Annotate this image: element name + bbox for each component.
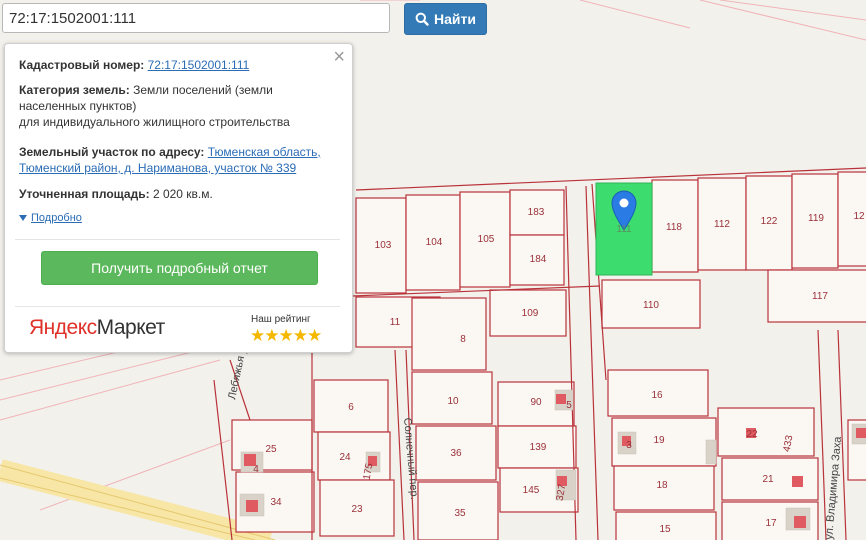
address-label: Земельный участок по адресу: bbox=[19, 145, 205, 159]
area-value: 2 020 кв.м. bbox=[152, 187, 213, 201]
rating-stars: ★★★★★ bbox=[250, 326, 322, 345]
yandex-market-logo[interactable]: ЯндексМаркет bbox=[29, 316, 165, 340]
parcel-label: 15 bbox=[659, 524, 671, 535]
parcel-label: 36 bbox=[450, 448, 462, 459]
cadastral-link[interactable]: 72:17:1502001:111 bbox=[148, 58, 250, 72]
parcel-label: 105 bbox=[478, 234, 495, 245]
parcel-label: 19 bbox=[653, 435, 665, 446]
parcel-label: 184 bbox=[530, 254, 547, 265]
parcel-label: 103 bbox=[375, 240, 392, 251]
triangle-down-icon bbox=[19, 215, 27, 222]
more-details-label: Подробно bbox=[31, 212, 82, 224]
area-row: Уточненная площадь: 2 020 кв.м. bbox=[19, 186, 337, 202]
parcel-info-popup: × Кадастровый номер: 72:17:1502001:111 К… bbox=[4, 43, 353, 353]
parcel-label: 25 bbox=[265, 444, 277, 455]
category-value-1: Земли поселений (земли bbox=[133, 83, 273, 97]
parcel-label-selected: 111 bbox=[616, 224, 632, 235]
parcel-label: 110 bbox=[643, 300, 659, 311]
parcel-label: 119 bbox=[808, 213, 824, 224]
search-input[interactable] bbox=[2, 3, 390, 33]
parcel-label: 16 bbox=[651, 390, 663, 401]
get-report-button[interactable]: Получить подробный отчет bbox=[41, 251, 318, 285]
category-label: Категория земель: bbox=[19, 83, 130, 97]
parcel-label: 109 bbox=[522, 308, 539, 319]
parcel-label: 34 bbox=[270, 497, 282, 508]
parcel-label: 112 bbox=[714, 219, 730, 230]
parcel-label: 3 bbox=[626, 440, 632, 451]
parcel-label: 5 bbox=[566, 400, 572, 411]
divider bbox=[15, 239, 340, 240]
parcel-label: 4 bbox=[253, 464, 259, 475]
parcel-label: 22 bbox=[746, 429, 758, 440]
parcel-label: 10 bbox=[447, 396, 459, 407]
category-value-3: для индивидуального жилищного строительс… bbox=[19, 115, 290, 129]
parcel-label: 35 bbox=[454, 508, 466, 519]
parcel-label: 104 bbox=[426, 237, 443, 248]
search-button[interactable]: Найти bbox=[404, 3, 487, 35]
parcel-label: 17 bbox=[765, 518, 777, 529]
get-report-label: Получить подробный отчет bbox=[91, 260, 268, 276]
brand-yandex: Яндекс bbox=[29, 316, 97, 339]
category-value-2: населенных пунктов) bbox=[19, 99, 137, 113]
parcel-label: 23 bbox=[351, 504, 363, 515]
parcel-label: 90 bbox=[530, 397, 542, 408]
parcel-label: 117 bbox=[812, 291, 828, 302]
parcel-label: 21 bbox=[762, 474, 774, 485]
address-link-1[interactable]: Тюменская область, bbox=[208, 145, 321, 159]
parcel-label: 139 bbox=[530, 442, 547, 453]
parcel-label: 18 bbox=[656, 480, 668, 491]
parcel-label: 12 bbox=[853, 211, 865, 222]
area-label: Уточненная площадь: bbox=[19, 187, 150, 201]
brand-market: Маркет bbox=[96, 316, 166, 339]
address-link-2[interactable]: Тюменский район, д. Нариманова, участок … bbox=[19, 161, 296, 175]
parcel-label: 8 bbox=[460, 334, 466, 345]
parcel-label: 11 bbox=[390, 317, 401, 328]
parcel-label: 183 bbox=[528, 207, 545, 218]
cadastral-label: Кадастровый номер: bbox=[19, 58, 145, 72]
search-icon bbox=[415, 12, 429, 26]
parcel-label: 6 bbox=[348, 402, 354, 413]
address-row: Земельный участок по адресу: Тюменская о… bbox=[19, 144, 337, 176]
cadastral-row: Кадастровый номер: 72:17:1502001:111 bbox=[19, 57, 337, 73]
more-details-link[interactable]: Подробно bbox=[19, 212, 82, 224]
rating-label: Наш рейтинг bbox=[251, 314, 311, 325]
divider bbox=[15, 306, 340, 307]
parcel-label: 118 bbox=[666, 222, 682, 233]
parcel-label: 24 bbox=[339, 452, 351, 463]
parcel-label: 145 bbox=[523, 485, 540, 496]
parcel-label: 122 bbox=[761, 216, 778, 227]
category-row: Категория земель: Земли поселений (земли… bbox=[19, 82, 337, 130]
search-button-label: Найти bbox=[434, 11, 476, 27]
